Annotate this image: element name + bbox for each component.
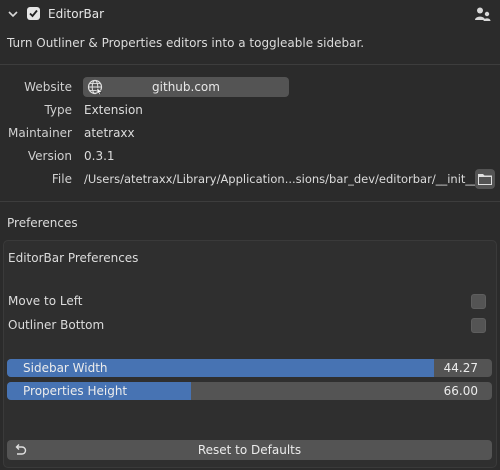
folder-icon	[478, 174, 492, 185]
reset-label: Reset to Defaults	[197, 443, 302, 457]
sidebar-width-value: 44.27	[443, 361, 478, 375]
website-button[interactable]: github.com	[83, 77, 289, 97]
reset-to-defaults-button[interactable]: Reset to Defaults	[7, 440, 492, 460]
properties-height-value: 66.00	[443, 384, 478, 398]
divider	[0, 201, 500, 202]
website-value: github.com	[152, 80, 220, 94]
preferences-panel	[3, 240, 497, 468]
chevron-down-icon[interactable]	[6, 7, 20, 21]
open-folder-button[interactable]	[475, 169, 495, 189]
sidebar-width-label: Sidebar Width	[23, 361, 108, 375]
properties-height-label: Properties Height	[23, 384, 128, 398]
divider	[0, 64, 500, 65]
version-label: Version	[27, 149, 72, 163]
enable-addon-checkbox[interactable]	[27, 7, 40, 20]
website-label: Website	[24, 80, 72, 94]
preferences-section-label: Preferences	[7, 216, 78, 230]
maintainer-value: atetraxx	[84, 126, 135, 140]
move-to-left-label: Move to Left	[8, 294, 83, 308]
outliner-bottom-checkbox[interactable]	[471, 318, 486, 333]
version-value: 0.3.1	[84, 149, 115, 163]
type-value: Extension	[84, 103, 143, 117]
sidebar-width-slider[interactable]: Sidebar Width 44.27	[7, 359, 492, 377]
move-to-left-checkbox[interactable]	[471, 294, 486, 309]
properties-height-slider[interactable]: Properties Height 66.00	[7, 382, 492, 400]
outliner-bottom-label: Outliner Bottom	[8, 318, 105, 332]
maintainer-label: Maintainer	[8, 126, 72, 140]
panel-title: EditorBar Preferences	[8, 251, 139, 265]
file-path: /Users/atetraxx/Library/Application...si…	[84, 172, 495, 186]
addon-title: EditorBar	[48, 7, 105, 21]
user-icon	[475, 7, 491, 21]
type-label: Type	[44, 103, 72, 117]
file-label: File	[51, 172, 72, 186]
addon-description: Turn Outliner & Properties editors into …	[7, 36, 365, 50]
